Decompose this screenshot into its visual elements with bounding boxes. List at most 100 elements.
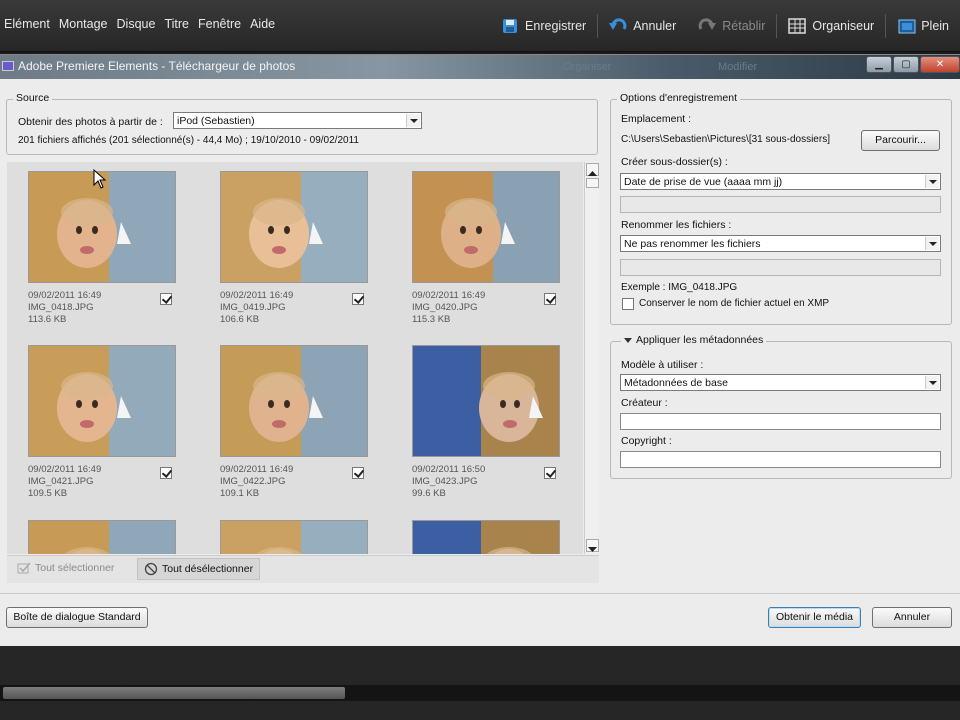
organizer-icon — [788, 18, 807, 34]
photo-date: 09/02/2011 16:49 — [220, 464, 294, 475]
location-value: C:\Users\Sebastien\Pictures\[31 sous-dos… — [621, 134, 830, 145]
timeline-area — [0, 646, 960, 720]
photo-thumbnail[interactable] — [220, 520, 368, 554]
template-label: Modèle à utiliser : — [621, 359, 704, 371]
rename-label: Renommer les fichiers : — [621, 219, 732, 231]
menu-item[interactable]: Fenêtre — [198, 17, 241, 31]
subfolder-custom-field[interactable] — [620, 196, 941, 213]
chevron-down-icon — [406, 114, 420, 127]
photo-size: 99.6 KB — [412, 488, 446, 499]
redo-icon — [698, 18, 717, 34]
maximize-button[interactable]: ▢ — [893, 56, 919, 73]
photo-select-checkbox[interactable] — [352, 467, 364, 479]
metadata-legend-label: Appliquer les métadonnées — [636, 334, 764, 346]
photo-name: IMG_0420.JPG — [412, 302, 478, 313]
deselect-all-button[interactable]: Tout désélectionner — [137, 558, 261, 580]
photo-thumbnail[interactable] — [412, 345, 560, 457]
organizer-tool[interactable]: Organiseur — [777, 14, 885, 38]
photo-size: 106.6 KB — [220, 314, 260, 325]
copyright-label: Copyright : — [621, 435, 672, 447]
rename-select[interactable]: Ne pas renommer les fichiers — [620, 235, 941, 252]
subfolder-select[interactable]: Date de prise de vue (aaaa mm jj) — [620, 173, 941, 190]
photo-thumbnail[interactable] — [220, 345, 368, 457]
photo-select-checkbox[interactable] — [544, 467, 556, 479]
minimize-button[interactable]: ▁ — [866, 56, 892, 73]
creator-field[interactable] — [620, 413, 941, 430]
photo-name: IMG_0421.JPG — [28, 476, 94, 487]
photo-size: 109.1 KB — [220, 488, 260, 499]
keep-name-label: Conserver le nom de fichier actuel en XM… — [639, 298, 830, 309]
dialog-title: Adobe Premiere Elements - Téléchargeur d… — [18, 59, 296, 73]
source-device-value: iPod (Sebastien) — [177, 115, 255, 127]
ghost-tab-edit: Modifier — [718, 61, 758, 73]
keep-name-checkbox[interactable] — [622, 298, 634, 310]
chevron-down-icon — [925, 376, 939, 389]
thumbnail-scrollbar[interactable] — [584, 162, 599, 554]
copyright-field[interactable] — [620, 451, 941, 468]
source-legend: Source — [13, 92, 53, 104]
mouse-cursor-icon — [93, 169, 107, 189]
photo-downloader-dialog: Adobe Premiere Elements - Téléchargeur d… — [0, 54, 960, 646]
get-media-button[interactable]: Obtenir le média — [768, 607, 861, 628]
undo-tool[interactable]: Annuler — [598, 14, 687, 38]
photo-date: 09/02/2011 16:49 — [412, 290, 486, 301]
menu-item[interactable]: Aide — [250, 17, 275, 31]
chevron-down-icon — [925, 237, 939, 250]
photo-select-checkbox[interactable] — [544, 293, 556, 305]
menu-item[interactable]: Disque — [117, 17, 156, 31]
photo-name: IMG_0422.JPG — [220, 476, 286, 487]
photo-thumbnail[interactable] — [28, 345, 176, 457]
select-all-icon — [17, 562, 31, 574]
photo-meta: 09/02/2011 16:49 IMG_0419.JPG 106.6 KB — [220, 290, 293, 326]
photo-size: 115.3 KB — [412, 314, 451, 325]
scroll-thumb[interactable] — [586, 178, 599, 188]
rename-custom-field[interactable] — [620, 259, 941, 276]
photo-meta: 09/02/2011 16:49 IMG_0420.JPG 115.3 KB — [412, 290, 485, 326]
photo-thumbnail[interactable] — [28, 520, 176, 554]
photo-size: 109.5 KB — [28, 488, 68, 499]
subfolder-label: Créer sous-dossier(s) : — [621, 156, 728, 168]
scroll-up-icon[interactable] — [586, 163, 599, 176]
photo-size: 113.6 KB — [28, 314, 67, 325]
select-all-label: Tout sélectionner — [35, 562, 115, 574]
organizer-label: Organiseur — [812, 19, 875, 33]
photo-select-checkbox[interactable] — [160, 467, 172, 479]
footer-divider — [0, 593, 960, 594]
undo-icon — [609, 18, 627, 34]
files-summary: 201 fichiers affichés (201 sélectionné(s… — [18, 135, 359, 146]
photo-thumbnail[interactable] — [220, 171, 368, 283]
dialog-titlebar: Adobe Premiere Elements - Téléchargeur d… — [0, 55, 960, 79]
fullscreen-tool[interactable]: Plein — [886, 14, 960, 38]
rename-value: Ne pas renommer les fichiers — [624, 238, 761, 250]
photo-thumbnail[interactable] — [412, 171, 560, 283]
photo-name: IMG_0419.JPG — [220, 302, 286, 313]
photo-thumbnail[interactable] — [412, 520, 560, 554]
photo-select-checkbox[interactable] — [352, 293, 364, 305]
select-all-button[interactable]: Tout sélectionner — [17, 561, 114, 575]
window-controls: ▁ ▢ ✕ — [866, 56, 960, 73]
fullscreen-icon — [897, 18, 916, 34]
scroll-down-icon[interactable] — [586, 539, 599, 552]
undo-label: Annuler — [633, 19, 677, 33]
photo-meta: 09/02/2011 16:49 IMG_0418.JPG 113.6 KB — [28, 290, 101, 326]
close-button[interactable]: ✕ — [920, 56, 960, 73]
photo-name: IMG_0418.JPG — [28, 302, 94, 313]
source-device-select[interactable]: iPod (Sebastien) — [173, 112, 422, 129]
photo-select-checkbox[interactable] — [160, 293, 172, 305]
browse-button[interactable]: Parcourir... — [861, 130, 940, 151]
save-label: Enregistrer — [525, 19, 587, 33]
redo-tool[interactable]: Rétablir — [687, 14, 776, 38]
standard-dialog-button[interactable]: Boîte de dialogue Standard — [6, 607, 148, 628]
photo-meta: 09/02/2011 16:50 IMG_0423.JPG 99.6 KB — [412, 464, 485, 500]
timeline-scroll-thumb[interactable] — [3, 687, 345, 699]
metadata-legend[interactable]: Appliquer les métadonnées — [621, 334, 767, 346]
main-menu: Elément Montage Disque Titre Fenêtre Aide — [4, 17, 275, 31]
app-icon — [2, 61, 14, 71]
save-tool[interactable]: Enregistrer — [490, 14, 597, 38]
ghost-tab-organize: Organiser — [563, 61, 612, 73]
menu-item[interactable]: Montage — [59, 17, 108, 31]
menu-item[interactable]: Elément — [4, 17, 50, 31]
cancel-button[interactable]: Annuler — [872, 607, 952, 628]
menu-item[interactable]: Titre — [164, 17, 189, 31]
template-select[interactable]: Métadonnées de base — [620, 374, 941, 391]
